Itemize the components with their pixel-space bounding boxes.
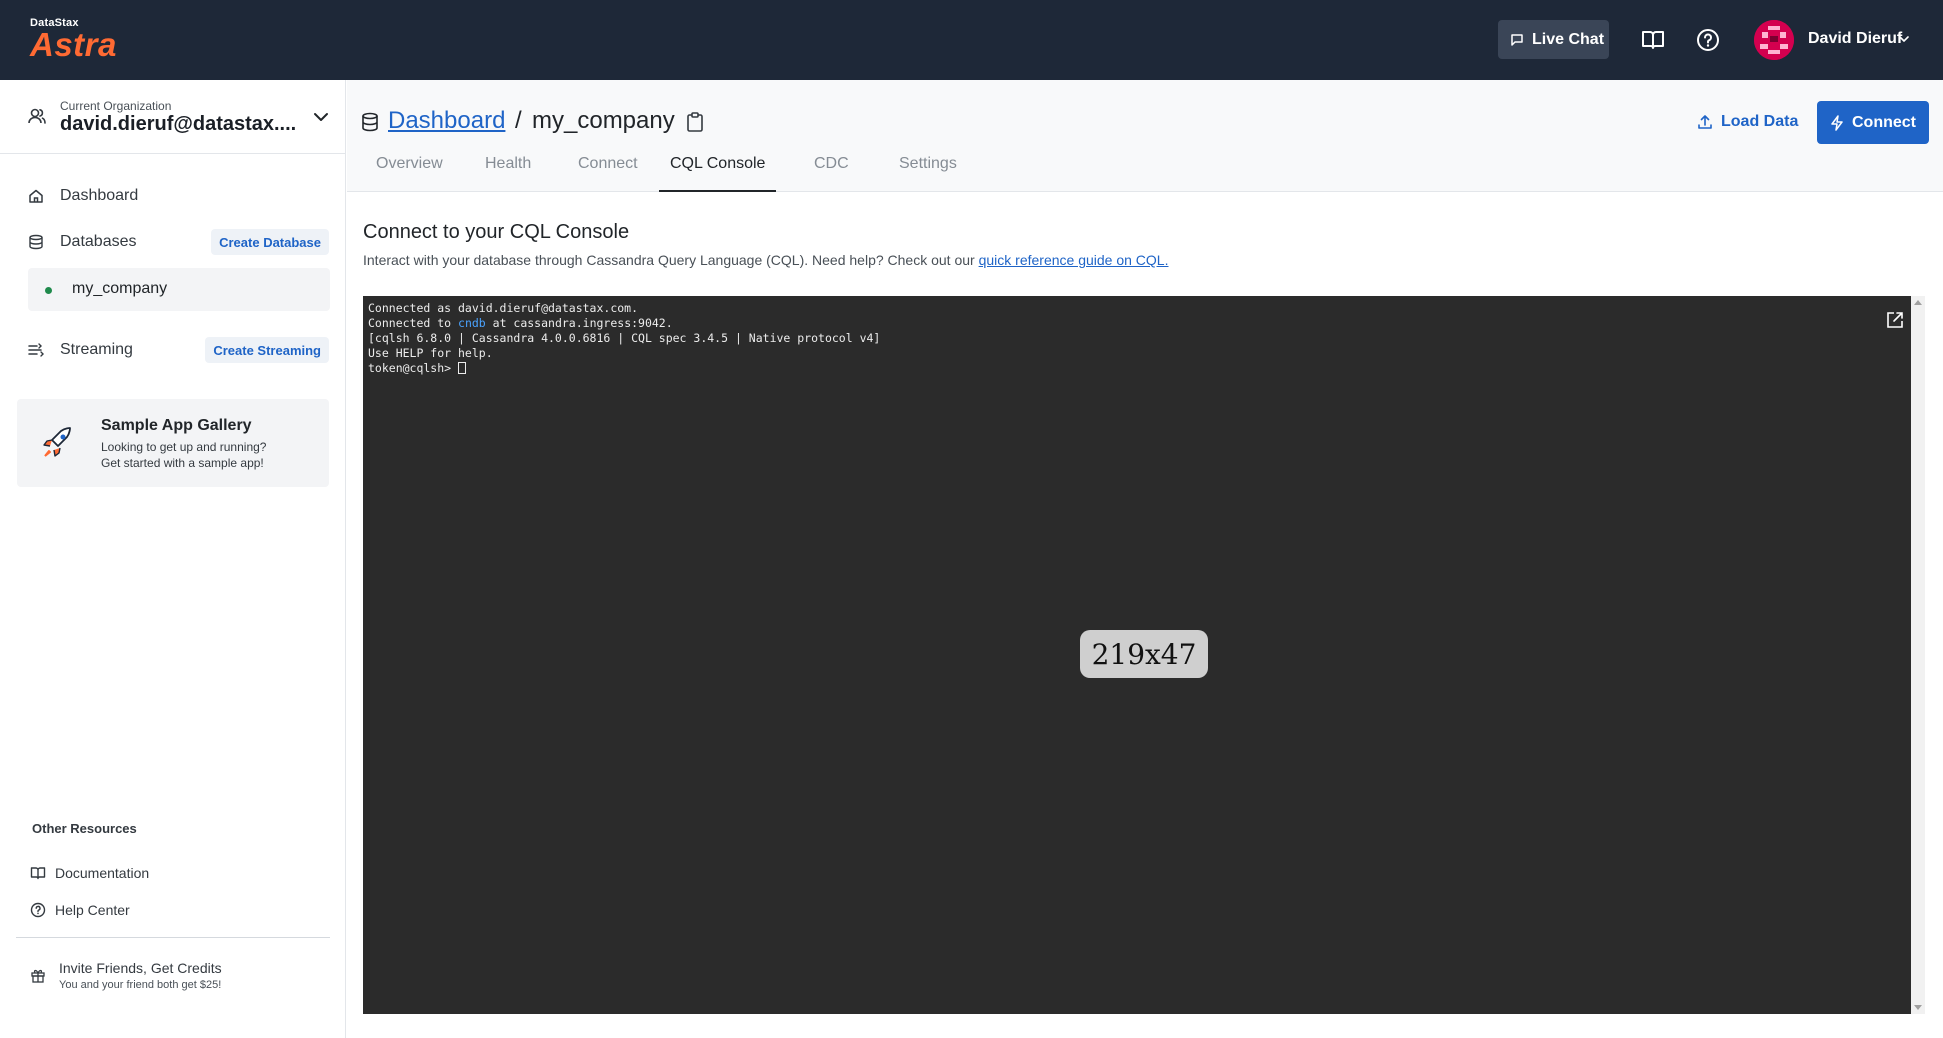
terminal-prompt: token@cqlsh> — [368, 361, 459, 375]
help-icon — [30, 902, 46, 918]
book-icon[interactable] — [1640, 27, 1666, 53]
invite-title: Invite Friends, Get Credits — [59, 960, 222, 976]
tab-overview[interactable]: Overview — [376, 155, 443, 192]
connect-label: Connect — [1852, 113, 1916, 131]
divider — [16, 937, 330, 938]
top-header: DataStax Astra Live Chat David Dieruf — [0, 0, 1943, 80]
database-icon — [29, 234, 43, 250]
cql-terminal[interactable]: Connected as david.dieruf@datastax.com. … — [363, 296, 1911, 1014]
external-link-icon[interactable] — [1886, 311, 1904, 329]
terminal-output: Connected as david.dieruf@datastax.com. … — [368, 301, 880, 376]
status-dot — [45, 287, 52, 294]
logo-astra-text: Astra — [30, 26, 117, 63]
gift-icon — [31, 969, 45, 983]
connect-button[interactable]: Connect — [1817, 101, 1929, 144]
create-database-button[interactable]: Create Database — [211, 229, 329, 255]
help-center-link[interactable]: Help Center — [30, 898, 130, 922]
astra-logo[interactable]: DataStax Astra — [30, 17, 117, 61]
load-data-label: Load Data — [1721, 113, 1799, 130]
org-caption: Current Organization — [60, 99, 172, 113]
terminal-size-badge: 219x47 — [1080, 630, 1208, 678]
database-icon — [362, 112, 378, 132]
home-icon — [29, 189, 43, 203]
gallery-title: Sample App Gallery — [101, 417, 252, 434]
avatar[interactable] — [1754, 20, 1794, 60]
sidebar-item-my-company[interactable]: my_company — [28, 268, 330, 311]
live-chat-label: Live Chat — [1532, 30, 1605, 48]
tab-cdc[interactable]: CDC — [814, 155, 849, 192]
sidebar: Current Organization david.dieruf@datast… — [0, 80, 346, 1038]
user-name[interactable]: David Dieruf — [1808, 30, 1902, 48]
scroll-down-arrow-icon[interactable] — [1914, 1005, 1922, 1010]
live-chat-button[interactable]: Live Chat — [1498, 20, 1609, 59]
sidebar-item-streaming[interactable]: Streaming Create Streaming — [16, 330, 329, 370]
documentation-link[interactable]: Documentation — [30, 861, 149, 885]
tab-connect[interactable]: Connect — [578, 155, 638, 192]
terminal-line: at cassandra.ingress:9042. — [485, 316, 673, 330]
sample-app-gallery-card[interactable]: Sample App Gallery Looking to get up and… — [17, 399, 329, 487]
tab-health[interactable]: Health — [485, 155, 531, 192]
sidebar-item-label: Databases — [60, 233, 137, 250]
users-icon — [28, 108, 46, 124]
scroll-up-arrow-icon[interactable] — [1914, 300, 1922, 305]
lightning-icon — [1831, 114, 1843, 131]
terminal-highlight: cndb — [458, 316, 486, 330]
cql-reference-link[interactable]: quick reference guide on CQL. — [979, 252, 1169, 268]
gallery-subtitle: Looking to get up and running? Get start… — [101, 439, 266, 471]
breadcrumb-separator: / — [515, 107, 522, 134]
gallery-line-2: Get started with a sample app! — [101, 456, 264, 470]
documentation-label: Documentation — [55, 865, 150, 881]
terminal-scrollbar[interactable] — [1911, 296, 1925, 1014]
help-icon[interactable] — [1695, 27, 1721, 53]
chat-icon — [1511, 33, 1523, 46]
invite-subtitle: You and your friend both get $25! — [59, 979, 222, 991]
breadcrumb-dashboard-link[interactable]: Dashboard — [388, 107, 505, 135]
database-header: Dashboard / my_company Load Data Connect… — [347, 80, 1943, 192]
create-streaming-button[interactable]: Create Streaming — [205, 337, 329, 363]
terminal-line: [cqlsh 6.8.0 | Cassandra 4.0.0.6816 | CQ… — [368, 331, 881, 345]
console-description-text: Interact with your database through Cass… — [363, 252, 975, 268]
terminal-line: Connected to — [368, 316, 459, 330]
terminal-cursor — [458, 362, 467, 374]
help-center-label: Help Center — [55, 902, 130, 918]
database-name: my_company — [72, 280, 168, 297]
upload-icon — [1698, 115, 1712, 129]
sidebar-item-dashboard[interactable]: Dashboard — [16, 176, 329, 216]
load-data-button[interactable]: Load Data — [1697, 101, 1798, 143]
tab-cql-console[interactable]: CQL Console — [659, 155, 777, 192]
clipboard-icon[interactable] — [686, 112, 704, 132]
sidebar-item-label: Streaming — [60, 341, 133, 358]
terminal-line: Use HELP for help. — [368, 346, 493, 360]
gallery-line-1: Looking to get up and running? — [101, 440, 267, 454]
org-selector[interactable]: Current Organization david.dieruf@datast… — [0, 80, 345, 154]
chevron-down-icon[interactable] — [312, 108, 330, 126]
console-description: Interact with your database through Cass… — [363, 252, 1168, 268]
console-heading: Connect to your CQL Console — [363, 221, 630, 243]
avatar-pattern-icon — [1754, 20, 1794, 60]
org-name: david.dieruf@datastax.... — [60, 113, 297, 135]
page-title: my_company — [532, 107, 675, 134]
rocket-icon — [43, 427, 71, 457]
sidebar-item-databases[interactable]: Databases Create Database — [16, 222, 329, 262]
chevron-down-icon[interactable] — [1898, 33, 1910, 45]
sidebar-item-label: Dashboard — [60, 187, 139, 204]
other-resources-heading: Other Resources — [32, 821, 137, 836]
tab-settings[interactable]: Settings — [899, 155, 957, 192]
book-icon — [30, 867, 46, 880]
terminal-line: Connected as david.dieruf@datastax.com. — [368, 301, 639, 315]
streaming-icon — [28, 343, 44, 357]
